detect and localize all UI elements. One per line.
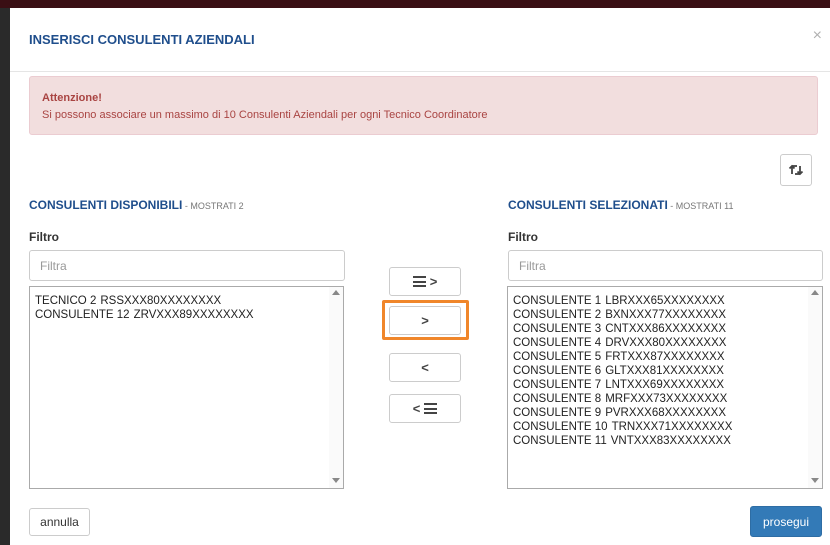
list-item[interactable]: CONSULENTE 11 VNTXXX83XXXXXXXX: [513, 434, 806, 448]
list-item-name: CONSULENTE 12: [35, 309, 130, 321]
available-panel-title: CONSULENTI DISPONIBILI - MOSTRATI 2: [29, 198, 244, 212]
list-item[interactable]: CONSULENTE 9 PVRXXX68XXXXXXXX: [513, 406, 806, 420]
list-item-code: RSSXXX80XXXXXXXX: [100, 295, 222, 307]
window-left-edge: [0, 8, 10, 545]
available-filter-label: Filtro: [29, 230, 59, 244]
list-item-code: TRNXXX71XXXXXXXX: [611, 421, 733, 433]
swap-icon: [788, 164, 804, 176]
selected-filter-label: Filtro: [508, 230, 538, 244]
list-item-code: PVRXXX68XXXXXXXX: [605, 407, 726, 419]
list-item-name: TECNICO 2: [35, 295, 97, 307]
available-scrollbar[interactable]: [329, 287, 343, 488]
cancel-button[interactable]: annulla: [29, 508, 90, 536]
list-item-code: GLTXXX81XXXXXXXX: [605, 365, 724, 377]
list-item-name: CONSULENTE 3: [513, 323, 602, 335]
move-all-left-button[interactable]: <: [389, 394, 461, 423]
alert-title: Attenzione!: [42, 92, 102, 104]
list-item[interactable]: CONSULENTE 1 LBRXXX65XXXXXXXX: [513, 294, 806, 308]
list-item-name: CONSULENTE 6: [513, 365, 602, 377]
move-all-right-button[interactable]: >: [389, 267, 461, 296]
list-item-name: CONSULENTE 5: [513, 351, 602, 363]
scroll-down-icon[interactable]: [332, 478, 340, 483]
swap-lists-button[interactable]: [780, 154, 812, 186]
list-item[interactable]: CONSULENTE 2 BXNXXX77XXXXXXXX: [513, 308, 806, 322]
selected-items: CONSULENTE 1 LBRXXX65XXXXXXXX CONSULENTE 2…: [513, 294, 806, 448]
list-item-name: CONSULENTE 9: [513, 407, 602, 419]
selected-filter-input[interactable]: [508, 250, 823, 281]
selected-title: CONSULENTI SELEZIONATI: [508, 198, 668, 212]
list-item-name: CONSULENTE 4: [513, 337, 602, 349]
window-top-edge: [0, 0, 830, 8]
list-item-code: DRVXXX80XXXXXXXX: [605, 337, 727, 349]
list-item[interactable]: CONSULENTE 10 TRNXXX71XXXXXXXX: [513, 420, 806, 434]
list-item[interactable]: CONSULENTE 4 DRVXXX80XXXXXXXX: [513, 336, 806, 350]
modal-dialog: INSERISCI CONSULENTI AZIENDALI × Attenzi…: [10, 8, 830, 545]
list-icon: [424, 403, 438, 414]
list-item-code: BXNXXX77XXXXXXXX: [605, 309, 726, 321]
proceed-button[interactable]: prosegui: [750, 506, 822, 537]
move-left-button[interactable]: <: [389, 353, 461, 382]
list-item[interactable]: CONSULENTE 5 FRTXXX87XXXXXXXX: [513, 350, 806, 364]
available-title: CONSULENTI DISPONIBILI: [29, 198, 183, 212]
chevron-right-icon: >: [429, 274, 438, 289]
list-item-name: CONSULENTE 2: [513, 309, 602, 321]
available-listbox[interactable]: TECNICO 2 RSSXXX80XXXXXXXX CONSULENTE 12 ZR…: [29, 286, 344, 489]
alert-box: Attenzione! Si possono associare un mass…: [29, 76, 818, 135]
list-item-name: CONSULENTE 7: [513, 379, 602, 391]
close-icon[interactable]: ×: [813, 28, 822, 44]
list-item-code: VNTXXX83XXXXXXXX: [610, 435, 731, 447]
chevron-right-icon: >: [421, 313, 429, 328]
list-item[interactable]: CONSULENTE 6 GLTXXX81XXXXXXXX: [513, 364, 806, 378]
selected-panel-title: CONSULENTI SELEZIONATI - MOSTRATI 11: [508, 198, 733, 212]
available-count: - MOSTRATI 2: [182, 201, 244, 211]
selected-scrollbar[interactable]: [808, 287, 822, 488]
modal-header: INSERISCI CONSULENTI AZIENDALI ×: [10, 8, 830, 72]
alert-text: Si possono associare un massimo di 10 Co…: [42, 109, 488, 121]
list-item-code: MRFXXX73XXXXXXXX: [605, 393, 728, 405]
list-item-code: LNTXXX69XXXXXXXX: [605, 379, 725, 391]
list-item-name: CONSULENTE 8: [513, 393, 602, 405]
list-item-code: ZRVXXX89XXXXXXXX: [133, 309, 254, 321]
list-item[interactable]: CONSULENTE 12 ZRVXXX89XXXXXXXX: [35, 308, 327, 322]
modal-title: INSERISCI CONSULENTI AZIENDALI: [29, 32, 255, 47]
selected-count: - MOSTRATI 11: [667, 201, 734, 211]
list-icon: [412, 276, 426, 287]
list-item-name: CONSULENTE 10: [513, 421, 608, 433]
list-item-name: CONSULENTE 11: [513, 435, 607, 447]
chevron-left-icon: <: [412, 401, 421, 416]
scroll-up-icon[interactable]: [811, 290, 819, 295]
scroll-down-icon[interactable]: [811, 478, 819, 483]
list-item[interactable]: CONSULENTE 7 LNTXXX69XXXXXXXX: [513, 378, 806, 392]
scroll-up-icon[interactable]: [332, 290, 340, 295]
list-item-code: LBRXXX65XXXXXXXX: [605, 295, 725, 307]
list-item-code: CNTXXX86XXXXXXXX: [605, 323, 726, 335]
list-item-name: CONSULENTE 1: [513, 295, 602, 307]
selected-listbox[interactable]: CONSULENTE 1 LBRXXX65XXXXXXXX CONSULENTE 2…: [507, 286, 823, 489]
available-filter-input[interactable]: [29, 250, 345, 281]
list-item-code: FRTXXX87XXXXXXXX: [605, 351, 725, 363]
list-item[interactable]: CONSULENTE 8 MRFXXX73XXXXXXXX: [513, 392, 806, 406]
list-item[interactable]: TECNICO 2 RSSXXX80XXXXXXXX: [35, 294, 327, 308]
list-item[interactable]: CONSULENTE 3 CNTXXX86XXXXXXXX: [513, 322, 806, 336]
available-items: TECNICO 2 RSSXXX80XXXXXXXX CONSULENTE 12 ZR…: [35, 294, 327, 322]
chevron-left-icon: <: [421, 360, 429, 375]
move-right-button[interactable]: >: [389, 306, 461, 335]
